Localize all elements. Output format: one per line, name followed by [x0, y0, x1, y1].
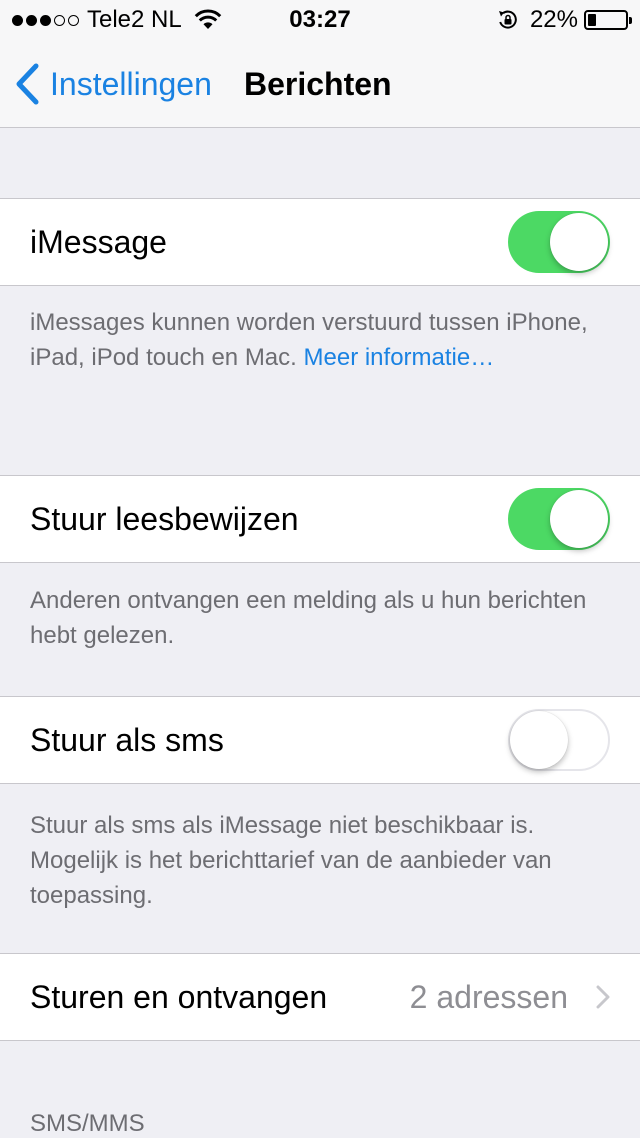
send-receive-detail: 2 adressen: [409, 979, 568, 1015]
rotation-lock-icon: [496, 8, 520, 32]
back-button[interactable]: Instellingen: [14, 40, 212, 128]
status-right: 22%: [496, 0, 632, 40]
imessage-footer: iMessages kunnen worden verstuurd tussen…: [30, 305, 610, 375]
navigation-bar: Instellingen Berichten: [0, 40, 640, 128]
chevron-right-icon: [596, 954, 610, 1040]
send-receive-label: Sturen en ontvangen: [30, 979, 328, 1015]
battery-percentage: 22%: [529, 6, 578, 33]
send-as-sms-toggle[interactable]: [508, 709, 610, 771]
page-title: Berichten: [244, 66, 392, 102]
back-button-label: Instellingen: [50, 65, 212, 102]
toggle-knob: [550, 213, 608, 271]
imessage-cell: iMessage: [0, 198, 640, 286]
chevron-left-icon: [14, 63, 40, 105]
read-receipts-footer: Anderen ontvangen een melding als u hun …: [30, 587, 587, 649]
send-as-sms-cell: Stuur als sms: [0, 696, 640, 784]
read-receipts-cell: Stuur leesbewijzen: [0, 475, 640, 563]
toggle-knob: [550, 490, 608, 548]
battery-fill: [588, 14, 596, 26]
sms-mms-section-header: SMS/MMS: [30, 1110, 145, 1137]
imessage-label: iMessage: [30, 224, 167, 260]
status-bar: Tele2 NL 03:27 22%: [0, 0, 640, 40]
send-as-sms-label: Stuur als sms: [30, 722, 224, 758]
imessage-toggle[interactable]: [508, 211, 610, 273]
battery-icon: [584, 10, 632, 30]
toggle-knob: [510, 711, 568, 769]
read-receipts-toggle[interactable]: [508, 488, 610, 550]
read-receipts-label: Stuur leesbewijzen: [30, 501, 299, 537]
send-as-sms-footer: Stuur als sms als iMessage niet beschikb…: [30, 812, 552, 909]
more-info-link[interactable]: Meer informatie…: [304, 344, 495, 371]
send-receive-cell[interactable]: Sturen en ontvangen 2 adressen: [0, 953, 640, 1041]
